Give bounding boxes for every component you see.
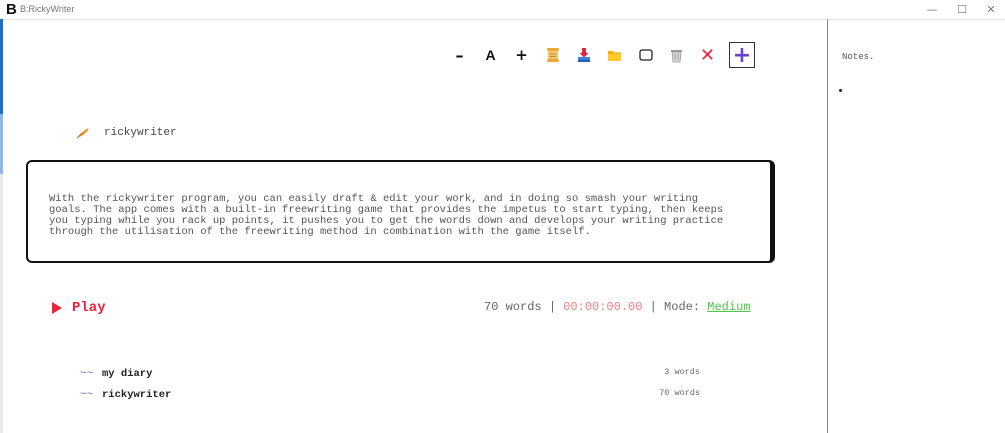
- decrease-font-button[interactable]: –: [448, 44, 471, 66]
- document-word-count: 3 words: [664, 367, 700, 377]
- document-name[interactable]: rickywriter: [102, 389, 171, 401]
- notes-title: Notes.: [842, 52, 875, 62]
- scroll-icon[interactable]: [541, 44, 564, 66]
- wave-icon: ~~: [80, 367, 94, 380]
- trash-icon[interactable]: [665, 44, 688, 66]
- document-list: ~~ my diary 3 words ~~ rickywriter 70 wo…: [80, 363, 700, 405]
- document-header: rickywriter: [76, 127, 177, 139]
- title-bar: B B:RickyWriter — ☐ ✕: [0, 0, 1005, 20]
- editor-text[interactable]: With the rickywriter program, you can ea…: [49, 194, 761, 238]
- panel-divider[interactable]: [827, 19, 828, 433]
- app-logo: B: [6, 1, 17, 18]
- stats-bar: 70 words | 00:00:00.00 | Mode: Medium: [484, 300, 750, 314]
- quill-icon: [76, 128, 89, 139]
- document-word-count: 70 words: [659, 388, 700, 398]
- play-label: Play: [72, 300, 106, 316]
- list-item[interactable]: ~~ rickywriter 70 words: [80, 384, 700, 405]
- document-title[interactable]: rickywriter: [104, 127, 177, 139]
- mode-link[interactable]: Medium: [707, 300, 750, 314]
- play-button[interactable]: Play: [52, 300, 106, 316]
- toolbar: – A + ✕ +: [448, 42, 763, 68]
- close-icon[interactable]: ✕: [696, 44, 719, 66]
- stats-separator: |: [649, 300, 657, 314]
- wave-icon: ~~: [80, 388, 94, 401]
- notes-bullet[interactable]: [839, 89, 842, 92]
- editor-box[interactable]: With the rickywriter program, you can ea…: [26, 160, 775, 263]
- add-document-button[interactable]: +: [729, 42, 755, 68]
- left-edge-strip: [0, 19, 3, 433]
- maximize-button[interactable]: ☐: [946, 0, 978, 19]
- window-icon[interactable]: [634, 44, 657, 66]
- stats-separator: |: [548, 300, 557, 314]
- download-tray-icon[interactable]: [572, 44, 595, 66]
- window-close-button[interactable]: ✕: [975, 0, 1005, 19]
- folder-icon[interactable]: [603, 44, 626, 66]
- increase-font-button[interactable]: +: [510, 44, 533, 66]
- window-title: B:RickyWriter: [20, 4, 75, 14]
- document-name[interactable]: my diary: [102, 368, 152, 380]
- timer: 00:00:00.00: [563, 300, 643, 314]
- word-count: 70 words: [484, 300, 542, 314]
- minimize-button[interactable]: —: [916, 0, 948, 19]
- font-button[interactable]: A: [479, 44, 502, 66]
- play-icon: [52, 302, 62, 314]
- list-item[interactable]: ~~ my diary 3 words: [80, 363, 700, 384]
- mode-label: Mode:: [664, 300, 701, 314]
